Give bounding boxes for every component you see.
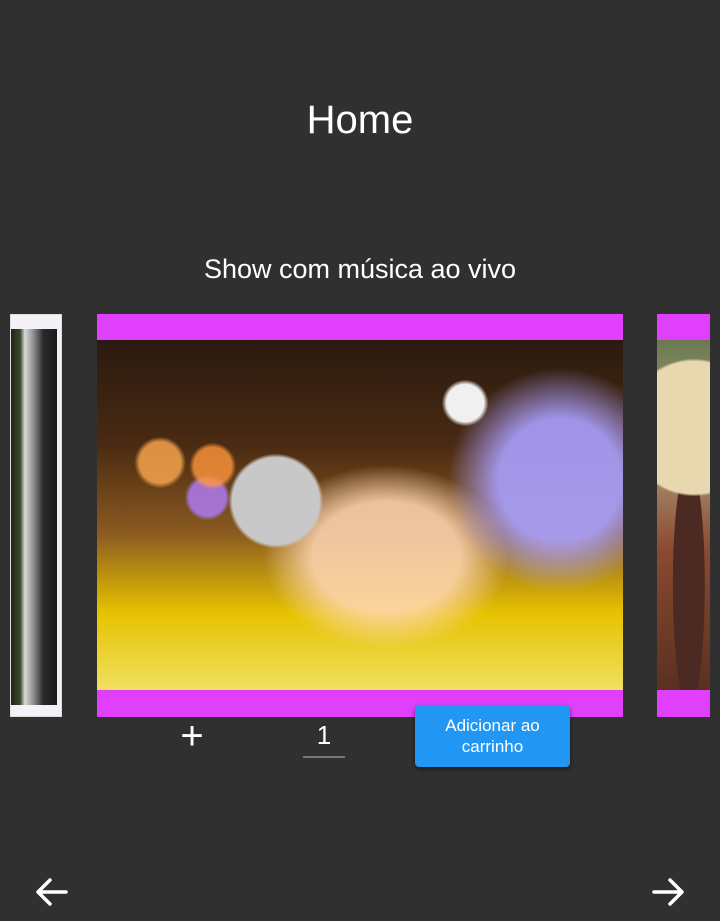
carousel-card-current[interactable] — [97, 314, 623, 717]
carousel-card-next[interactable] — [657, 314, 710, 717]
card-image-next — [657, 340, 710, 690]
card-image-microphone — [97, 340, 623, 690]
quantity-field[interactable]: 1 — [303, 716, 345, 758]
plus-icon: + — [180, 714, 204, 758]
previous-button[interactable] — [32, 872, 72, 912]
arrow-left-icon — [36, 878, 68, 906]
page-title: Home — [306, 98, 414, 142]
add-to-cart-button[interactable]: Adicionar ao carrinho — [415, 705, 570, 767]
arrow-right-icon — [652, 878, 684, 906]
item-title: Show com música ao vivo — [203, 254, 517, 284]
card-image-previous — [11, 329, 57, 705]
increment-button[interactable]: + — [176, 716, 208, 756]
next-button[interactable] — [648, 872, 688, 912]
carousel-card-previous[interactable] — [10, 314, 62, 717]
